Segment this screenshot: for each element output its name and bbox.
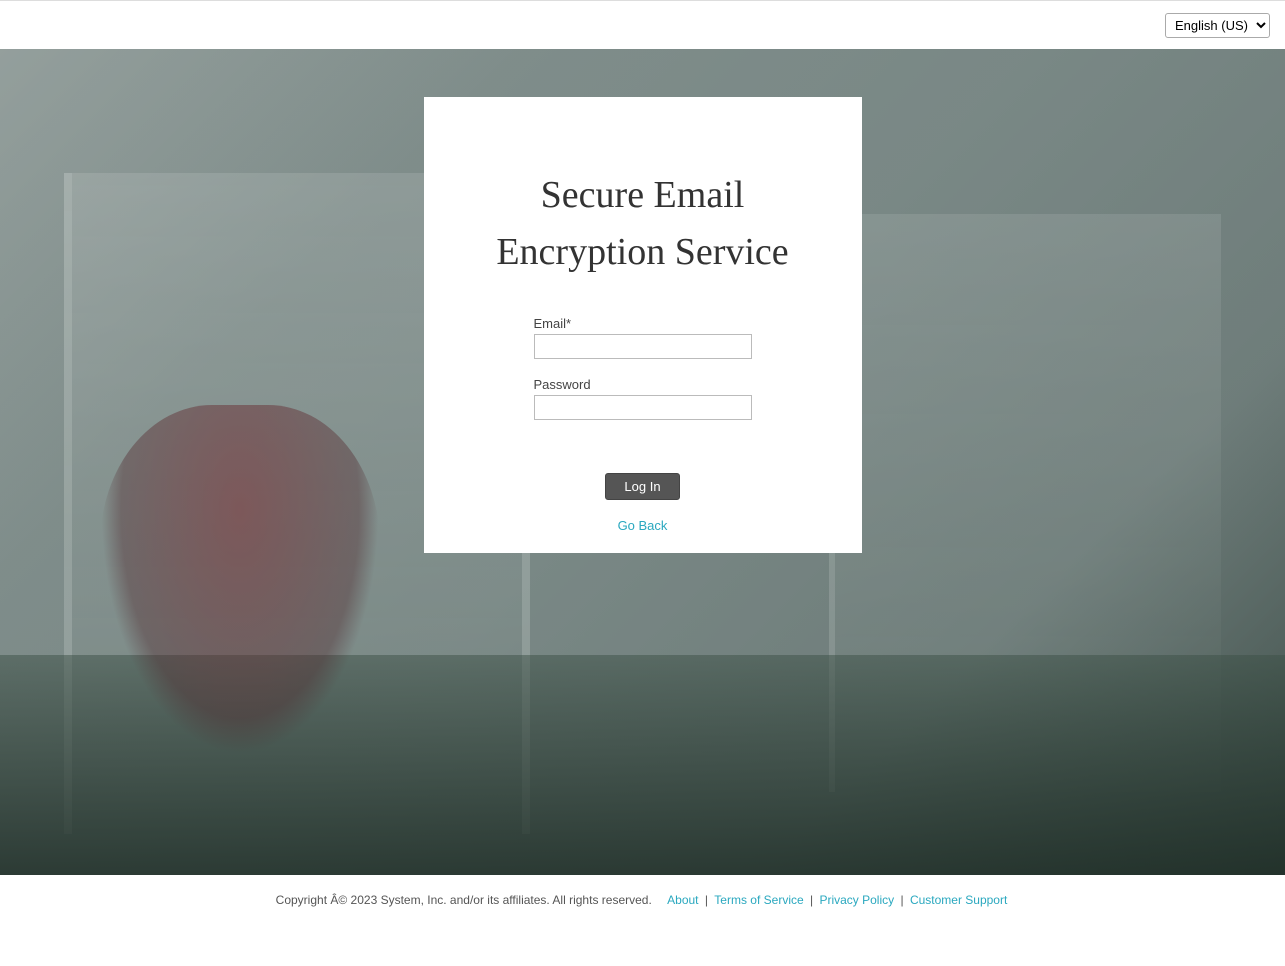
footer: Copyright Â© 2023 System, Inc. and/or it…	[0, 875, 1285, 966]
copyright-text: Copyright Â© 2023 System, Inc. and/or it…	[276, 893, 652, 907]
hero-section: Secure Email Encryption Service Email* P…	[0, 49, 1285, 875]
page-title: Secure Email Encryption Service	[474, 167, 812, 281]
language-select[interactable]: English (US)	[1165, 13, 1270, 38]
support-link[interactable]: Customer Support	[910, 893, 1007, 907]
email-label: Email*	[534, 316, 752, 331]
privacy-link[interactable]: Privacy Policy	[819, 893, 894, 907]
password-group: Password	[534, 377, 752, 420]
login-card: Secure Email Encryption Service Email* P…	[424, 97, 862, 553]
email-field[interactable]	[534, 334, 752, 359]
password-label: Password	[534, 377, 752, 392]
about-link[interactable]: About	[667, 893, 698, 907]
email-group: Email*	[534, 316, 752, 359]
terms-link[interactable]: Terms of Service	[714, 893, 803, 907]
go-back-link[interactable]: Go Back	[618, 518, 668, 533]
separator: |	[900, 893, 906, 907]
login-button[interactable]: Log In	[605, 473, 679, 500]
separator: |	[705, 893, 711, 907]
top-bar: English (US)	[0, 0, 1285, 49]
background-person	[100, 405, 380, 755]
separator: |	[810, 893, 816, 907]
password-field[interactable]	[534, 395, 752, 420]
